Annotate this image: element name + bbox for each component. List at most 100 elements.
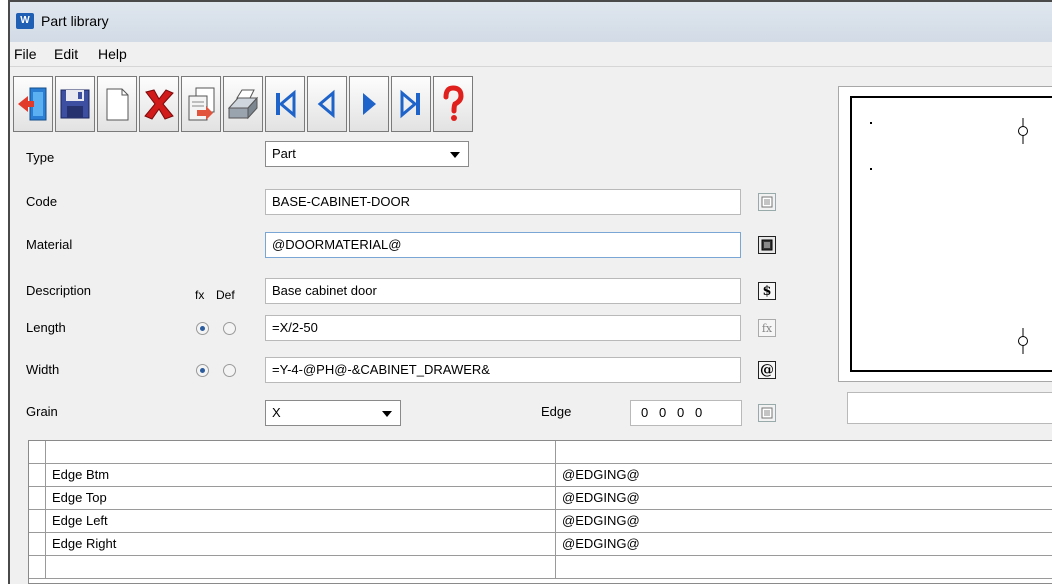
previous-record-button[interactable]	[307, 76, 347, 132]
next-record-button[interactable]	[349, 76, 389, 132]
material-label: Material	[26, 237, 73, 252]
first-record-button[interactable]	[265, 76, 305, 132]
exit-button[interactable]	[13, 76, 53, 132]
code-input[interactable]: BASE-CABINET-DOOR	[265, 189, 741, 215]
type-select[interactable]: Part	[265, 141, 469, 167]
copy-button[interactable]	[181, 76, 221, 132]
app-icon: W	[16, 13, 34, 29]
grid-name-cell: Edge Right	[45, 533, 556, 556]
grid-name-cell: Edge Top	[45, 487, 556, 510]
length-label: Length	[26, 320, 66, 335]
delete-button[interactable]	[139, 76, 179, 132]
type-select-value: Part	[272, 146, 296, 161]
chevron-down-icon	[382, 411, 392, 417]
last-record-icon	[400, 89, 420, 119]
title-bar: W Part library	[10, 0, 1052, 42]
table-row[interactable]: Edge Right @EDGING@	[29, 533, 1052, 556]
delete-icon	[144, 89, 174, 120]
part-library-window: W Part library File Edit Help Type Part …	[8, 0, 1052, 584]
grid-value-cell: @EDGING@	[562, 490, 640, 505]
grid-name-cell: Edge Btm	[45, 464, 556, 487]
window-title: Part library	[41, 13, 109, 29]
at-sign-icon: @	[760, 362, 774, 378]
help-icon	[443, 85, 464, 121]
grid-value-cell	[556, 556, 1052, 579]
code-label: Code	[26, 194, 58, 209]
code-input-value: BASE-CABINET-DOOR	[272, 194, 410, 209]
width-input-value: =Y-4-@PH@-&CABINET_DRAWER&	[272, 362, 490, 377]
grid-value-cell: @EDGING@	[562, 536, 640, 551]
edge-label: Edge	[541, 404, 572, 419]
edge-digit: 0	[659, 405, 667, 420]
description-label: Description	[26, 283, 92, 298]
grid-name-cell	[45, 556, 556, 579]
print-icon	[227, 89, 259, 120]
menu-file[interactable]: File	[14, 46, 37, 62]
material-list-button[interactable]	[758, 236, 776, 254]
table-row[interactable]	[29, 556, 1052, 579]
fx-column-label: fx	[195, 288, 205, 302]
table-row[interactable]: Edge Left @EDGING@	[29, 510, 1052, 533]
new-icon	[106, 88, 129, 121]
grain-select[interactable]: X	[265, 400, 401, 426]
grid-value-cell: @EDGING@	[562, 467, 640, 482]
menu-help[interactable]: Help	[98, 46, 127, 62]
type-label: Type	[26, 150, 55, 165]
grid-name-cell	[45, 441, 556, 464]
menu-edit[interactable]: Edit	[54, 46, 78, 62]
length-def-radio[interactable]	[223, 322, 236, 335]
grid-value-cell: @EDGING@	[562, 513, 640, 528]
list-icon	[761, 196, 773, 208]
save-icon	[60, 89, 90, 119]
width-def-radio[interactable]	[223, 364, 236, 377]
table-row[interactable]: Edge Top @EDGING@	[29, 487, 1052, 510]
edge-code-input[interactable]: 0 0 0 0	[630, 400, 742, 426]
table-row[interactable]: Edge Btm @EDGING@	[29, 464, 1052, 487]
function-icon: fx	[761, 321, 773, 335]
grid-name-cell: Edge Left	[45, 510, 556, 533]
table-row[interactable]	[29, 441, 1052, 464]
save-button[interactable]	[55, 76, 95, 132]
length-input-value: =X/2-50	[272, 320, 318, 335]
help-button[interactable]	[433, 76, 473, 132]
width-label: Width	[26, 362, 60, 377]
width-fx-radio[interactable]	[196, 364, 209, 377]
part-preview-outline	[850, 96, 1052, 372]
next-record-icon	[363, 93, 376, 115]
previous-record-icon	[317, 89, 335, 119]
hinge-hole-icon	[1018, 328, 1028, 354]
print-button[interactable]	[223, 76, 263, 132]
grain-select-value: X	[272, 405, 281, 420]
last-record-button[interactable]	[391, 76, 431, 132]
list-icon	[761, 239, 773, 251]
edge-digit: 0	[641, 405, 649, 420]
length-fx-button[interactable]: fx	[758, 319, 776, 337]
dollar-icon: $	[762, 283, 772, 299]
width-input[interactable]: =Y-4-@PH@-&CABINET_DRAWER&	[265, 357, 741, 383]
grid-value-cell	[556, 441, 1052, 464]
new-button[interactable]	[97, 76, 137, 132]
edge-digit: 0	[695, 405, 703, 420]
preview-dot	[870, 122, 872, 124]
description-input-value: Base cabinet door	[272, 283, 377, 298]
part-preview-panel	[838, 86, 1052, 382]
length-input[interactable]: =X/2-50	[265, 315, 741, 341]
description-dollar-button[interactable]: $	[758, 282, 776, 300]
preview-status-box	[847, 392, 1052, 424]
material-input[interactable]: @DOORMATERIAL@	[265, 232, 741, 258]
material-input-value: @DOORMATERIAL@	[272, 237, 402, 252]
width-at-button[interactable]: @	[758, 361, 776, 379]
hinge-hole-icon	[1018, 118, 1028, 144]
edge-list-button[interactable]	[758, 404, 776, 422]
copy-icon	[188, 87, 215, 121]
code-list-button[interactable]	[758, 193, 776, 211]
list-icon	[761, 407, 773, 419]
grain-label: Grain	[26, 404, 58, 419]
first-record-icon	[276, 89, 296, 119]
length-fx-radio[interactable]	[196, 322, 209, 335]
exit-icon	[18, 87, 47, 121]
menu-bar: File Edit Help	[10, 42, 1052, 67]
def-column-label: Def	[216, 288, 235, 302]
chevron-down-icon	[450, 152, 460, 158]
description-input[interactable]: Base cabinet door	[265, 278, 741, 304]
